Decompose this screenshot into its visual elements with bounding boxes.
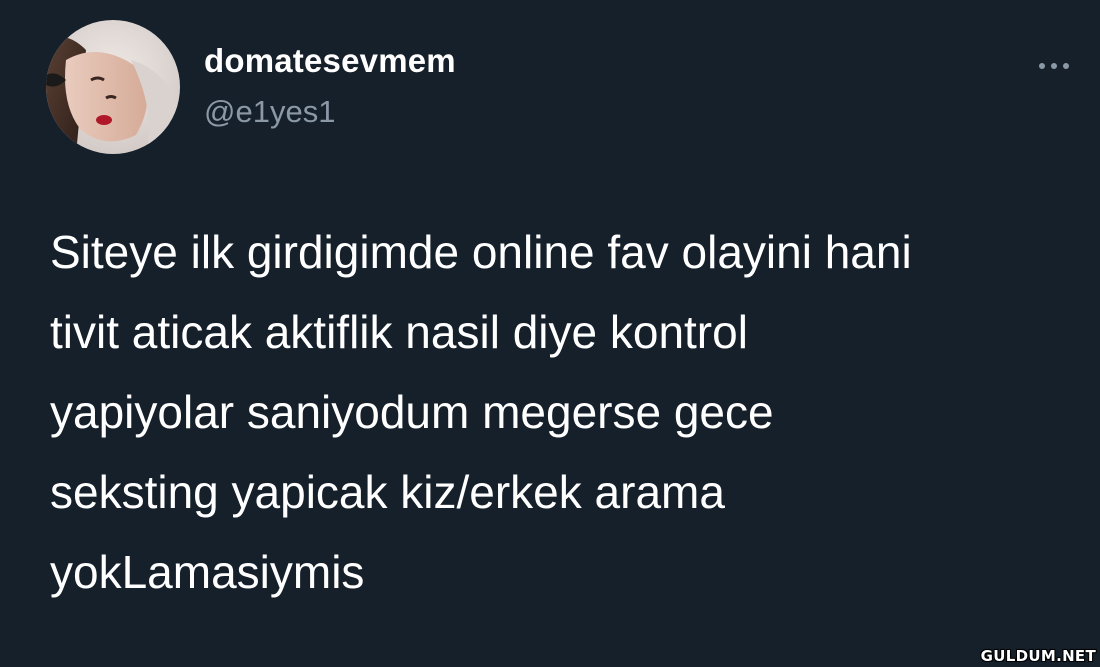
tweet-card: domatesevmem @e1yes1 Siteye ilk girdigim… <box>0 0 1100 667</box>
display-name[interactable]: domatesevmem <box>204 42 456 80</box>
more-options-button[interactable] <box>1028 54 1080 78</box>
avatar[interactable] <box>46 20 180 154</box>
tweet-text-line: seksting yapicak kiz/erkek arama <box>50 466 725 518</box>
watermark: GULDUM.NET <box>980 647 1096 665</box>
tweet-text-line: Siteye ilk girdigimde online fav olayini… <box>50 226 912 278</box>
user-handle[interactable]: @e1yes1 <box>204 94 335 130</box>
tweet-text-line: tivit aticak aktiflik nasil diye kontrol <box>50 306 748 358</box>
tweet-text-line: yokLamasiymis <box>50 546 365 598</box>
tweet-text: Siteye ilk girdigimde online fav olayini… <box>50 212 1080 612</box>
profile-photo-icon <box>46 20 180 154</box>
more-horizontal-icon <box>1039 63 1069 69</box>
tweet-text-line: yapiyolar saniyodum megerse gece <box>50 386 774 438</box>
